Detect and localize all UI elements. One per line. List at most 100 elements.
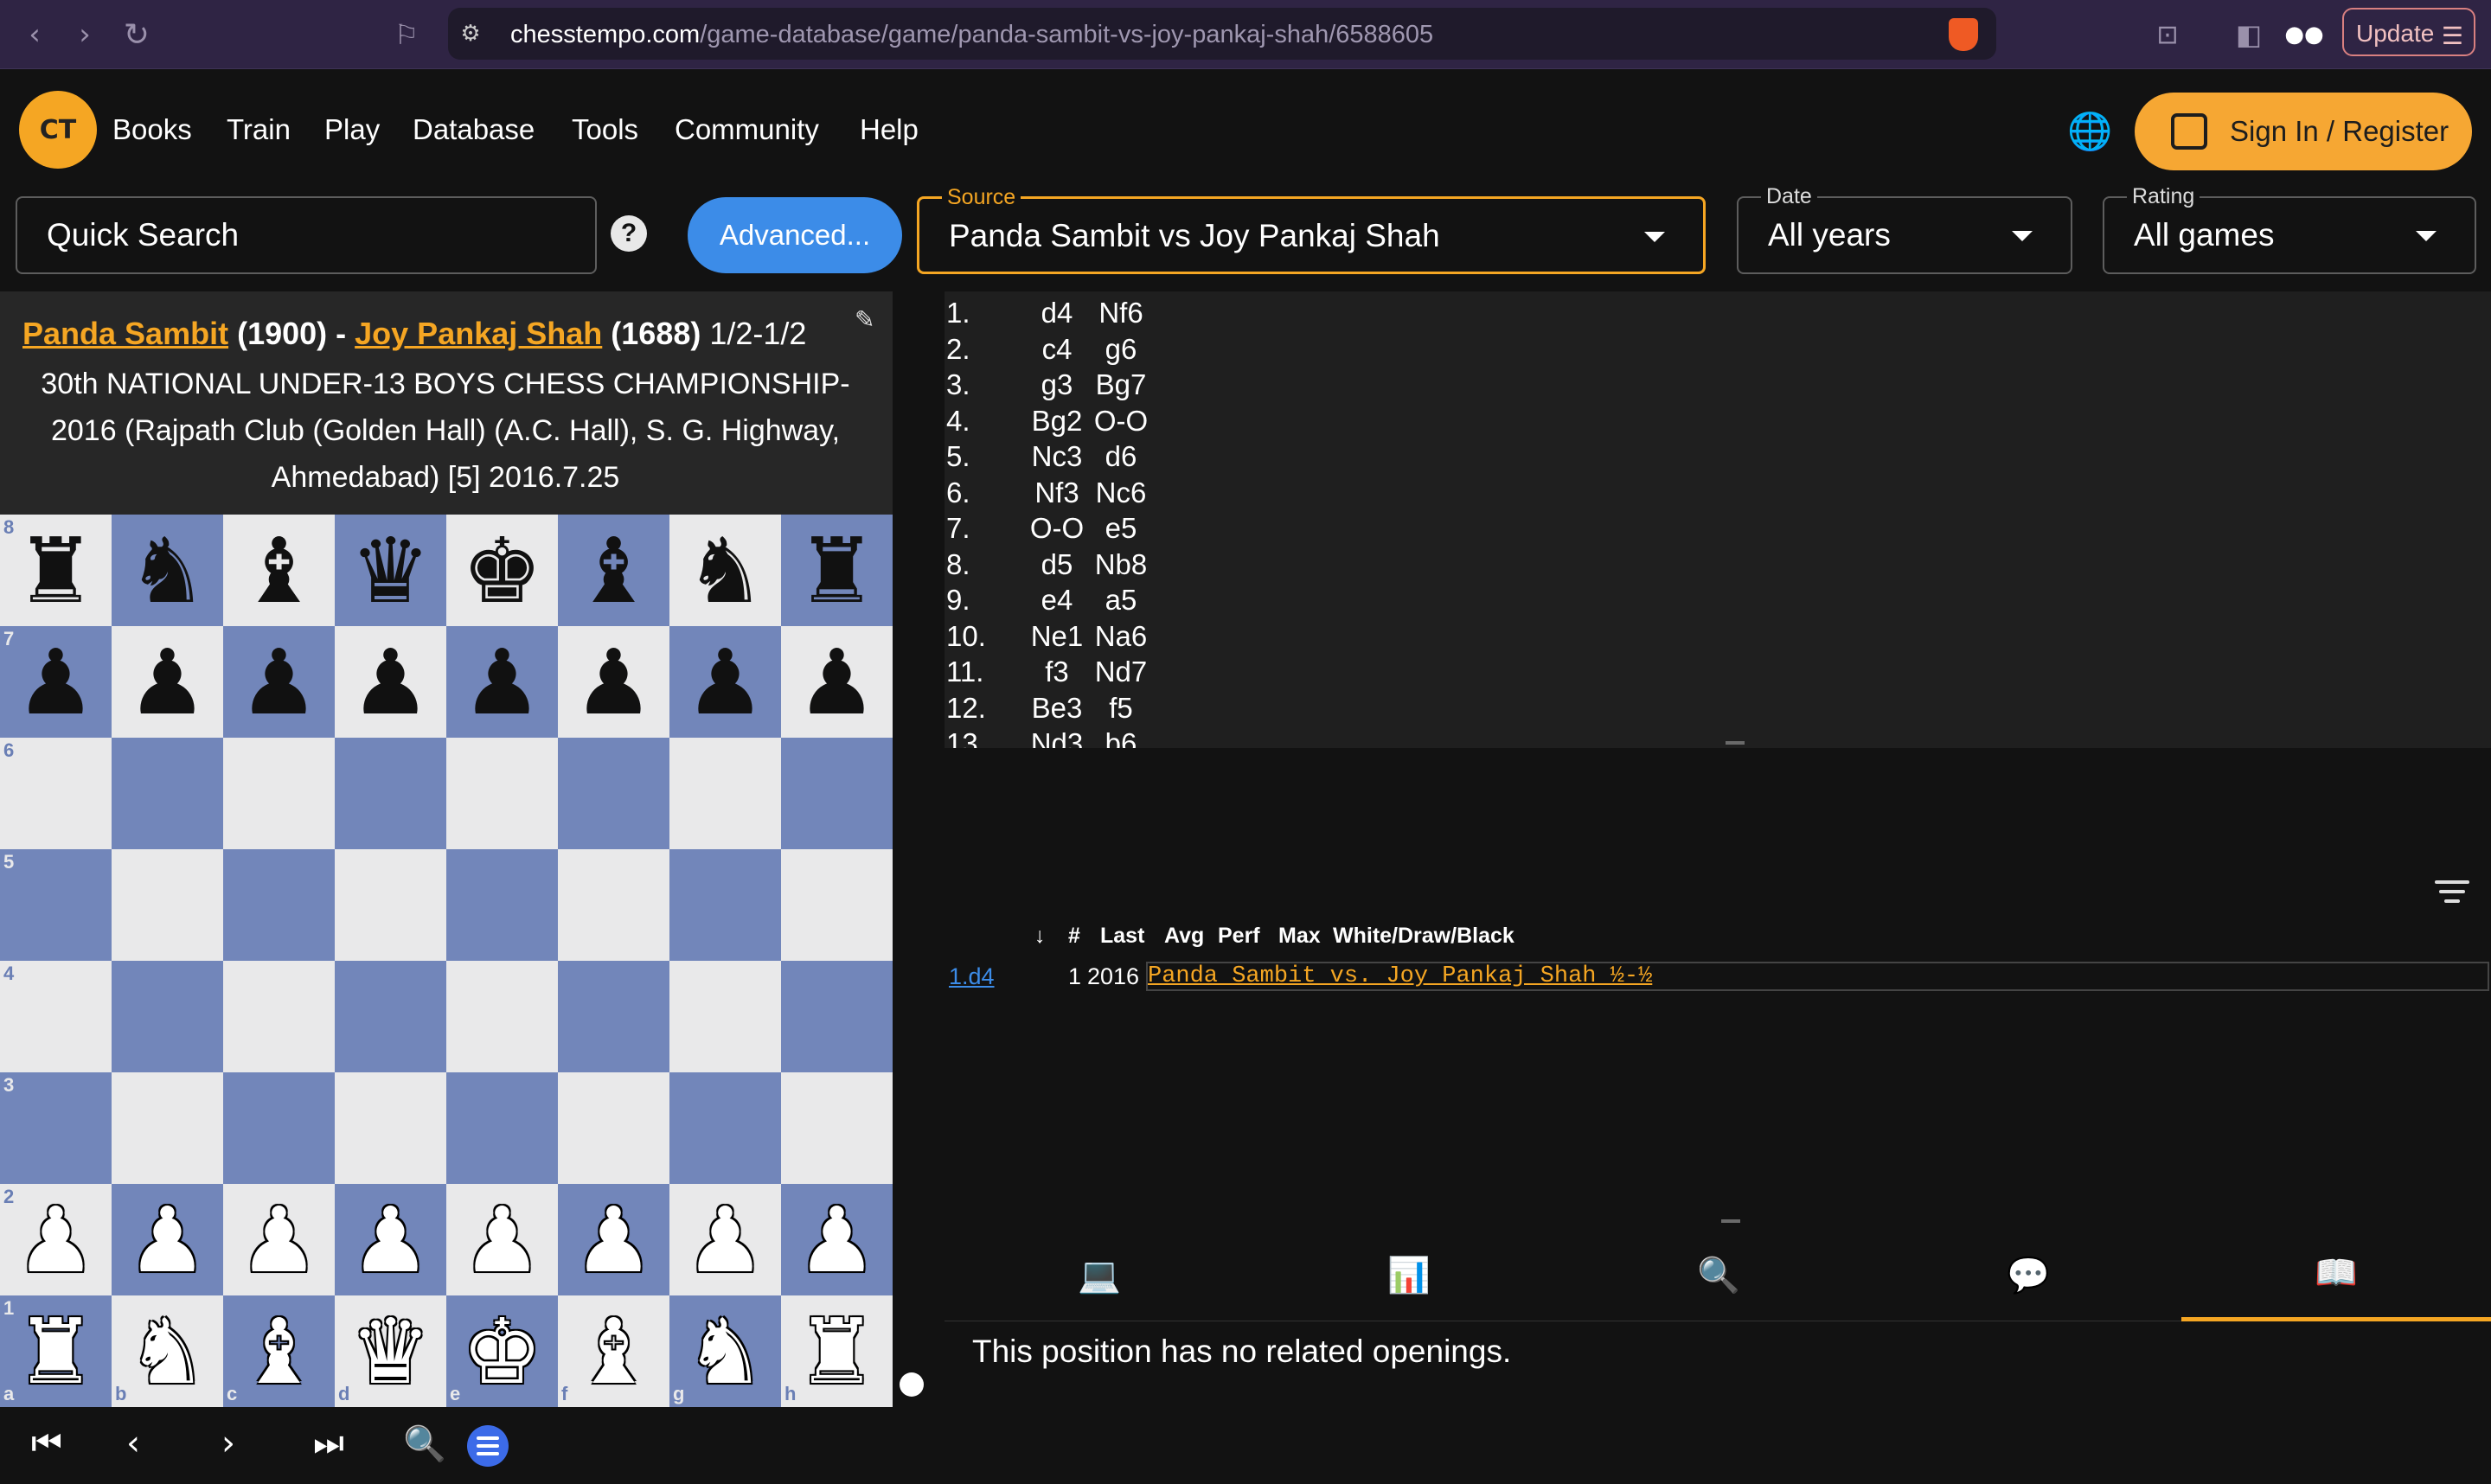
board-resize-handle[interactable] — [900, 1372, 924, 1397]
white-pawn-piece[interactable]: ♟ — [16, 1195, 96, 1285]
nav-database[interactable]: Database — [413, 113, 535, 146]
black-pawn-piece[interactable]: ♟ — [462, 637, 542, 727]
nav-community[interactable]: Community — [675, 113, 819, 146]
white-rook-piece[interactable]: ♜ — [16, 1307, 96, 1397]
white-bishop-piece[interactable]: ♝ — [573, 1307, 654, 1397]
address-bar[interactable]: ⚙ chesstempo.com/game-database/game/pand… — [448, 8, 1996, 60]
nav-play[interactable]: Play — [324, 113, 380, 146]
source-select[interactable]: Source Panda Sambit vs Joy Pankaj Shah — [917, 185, 1706, 274]
board-square-a5[interactable]: 5 — [0, 849, 112, 961]
last-move-icon[interactable]: ⏭ — [313, 1423, 344, 1463]
board-square-a2[interactable]: ♟ 2 — [0, 1184, 112, 1295]
board-square-b6[interactable] — [112, 738, 223, 849]
col-max[interactable]: Max — [1278, 924, 1321, 949]
board-menu-icon[interactable] — [467, 1425, 509, 1467]
sign-in-button[interactable]: Sign In / Register — [2135, 93, 2472, 170]
board-square-c5[interactable] — [223, 849, 335, 961]
board-square-h3[interactable] — [781, 1072, 893, 1184]
filter-icon[interactable] — [2435, 880, 2469, 909]
black-pawn-piece[interactable]: ♟ — [797, 637, 877, 727]
board-square-b3[interactable] — [112, 1072, 223, 1184]
first-move-icon[interactable]: ⏮ — [31, 1423, 62, 1463]
white-move[interactable]: O-O — [1024, 512, 1090, 545]
reload-icon[interactable]: ↻ — [118, 16, 156, 54]
glasses-icon[interactable]: ●● — [2284, 16, 2323, 54]
board-square-e7[interactable]: ♟ — [446, 626, 558, 738]
move-link[interactable]: 1.d4 — [949, 963, 995, 990]
board-square-h2[interactable]: ♟ — [781, 1184, 893, 1295]
row-game-link[interactable]: Panda Sambit vs. Joy Pankaj Shah ½-½ — [1148, 963, 1652, 989]
board-square-e2[interactable]: ♟ — [446, 1184, 558, 1295]
white-bishop-piece[interactable]: ♝ — [239, 1307, 319, 1397]
globe-icon[interactable]: 🌐 — [2067, 110, 2112, 153]
white-move[interactable]: f3 — [1024, 656, 1090, 688]
white-pawn-piece[interactable]: ♟ — [462, 1195, 542, 1285]
board-square-a4[interactable]: 4 — [0, 961, 112, 1072]
black-knight-piece[interactable]: ♞ — [127, 526, 208, 616]
chesstempo-logo[interactable]: CT — [19, 91, 97, 169]
advanced-search-button[interactable]: Advanced... — [688, 197, 902, 273]
screenshot-icon[interactable]: ⊡ — [2148, 16, 2187, 54]
black-move[interactable]: Nf6 — [1088, 297, 1154, 329]
white-move[interactable]: Bg2 — [1024, 405, 1090, 438]
board-square-a8[interactable]: ♜ 8 — [0, 515, 112, 626]
black-move[interactable]: a5 — [1088, 584, 1154, 617]
panel-resize-grip[interactable] — [1721, 1219, 1740, 1223]
board-square-g1[interactable]: ♞ g — [669, 1295, 781, 1407]
black-pawn-piece[interactable]: ♟ — [573, 637, 654, 727]
white-move[interactable]: d5 — [1024, 548, 1090, 581]
board-square-b8[interactable]: ♞ — [112, 515, 223, 626]
date-select[interactable]: Date All years — [1737, 184, 2072, 274]
white-knight-piece[interactable]: ♞ — [127, 1307, 208, 1397]
board-square-h8[interactable]: ♜ — [781, 515, 893, 626]
bookmark-icon[interactable]: ⚐ — [387, 16, 426, 54]
board-square-f2[interactable]: ♟ — [558, 1184, 669, 1295]
white-pawn-piece[interactable]: ♟ — [797, 1195, 877, 1285]
white-move[interactable]: Be3 — [1024, 692, 1090, 725]
board-square-e1[interactable]: ♚ e — [446, 1295, 558, 1407]
black-move[interactable]: Nb8 — [1088, 548, 1154, 581]
board-square-h4[interactable] — [781, 961, 893, 1072]
previous-move-icon[interactable]: ‹ — [126, 1423, 140, 1463]
board-square-a7[interactable]: ♟ 7 — [0, 626, 112, 738]
board-square-c2[interactable]: ♟ — [223, 1184, 335, 1295]
search-position-icon[interactable]: 🔍 — [1564, 1228, 1873, 1321]
black-queen-piece[interactable]: ♛ — [350, 526, 431, 616]
forward-icon[interactable]: › — [66, 16, 104, 54]
board-square-d7[interactable]: ♟ — [335, 626, 446, 738]
brave-shield-icon[interactable] — [1949, 18, 1978, 51]
black-move[interactable]: b6 — [1088, 727, 1154, 748]
board-square-h1[interactable]: ♜ h — [781, 1295, 893, 1407]
white-pawn-piece[interactable]: ♟ — [239, 1195, 319, 1285]
board-square-f4[interactable] — [558, 961, 669, 1072]
board-square-h7[interactable]: ♟ — [781, 626, 893, 738]
sort-arrow-icon[interactable]: ↓ — [1034, 924, 1046, 949]
col-count[interactable]: # — [1068, 924, 1080, 949]
white-rook-piece[interactable]: ♜ — [797, 1307, 877, 1397]
url-text[interactable]: chesstempo.com/game-database/game/panda-… — [510, 21, 1433, 49]
black-move[interactable]: Bg7 — [1088, 368, 1154, 401]
board-square-g6[interactable] — [669, 738, 781, 849]
board-square-g2[interactable]: ♟ — [669, 1184, 781, 1295]
sidebar-icon[interactable]: ◧ — [2230, 16, 2268, 54]
board-square-d8[interactable]: ♛ — [335, 515, 446, 626]
col-avg[interactable]: Avg — [1164, 924, 1204, 949]
white-move[interactable]: g3 — [1024, 368, 1090, 401]
black-pawn-piece[interactable]: ♟ — [16, 637, 96, 727]
rating-select[interactable]: Rating All games — [2103, 184, 2476, 274]
black-move[interactable]: O-O — [1088, 405, 1154, 438]
board-square-g5[interactable] — [669, 849, 781, 961]
board-square-b4[interactable] — [112, 961, 223, 1072]
white-pawn-piece[interactable]: ♟ — [685, 1195, 765, 1285]
board-square-c7[interactable]: ♟ — [223, 626, 335, 738]
board-square-d3[interactable] — [335, 1072, 446, 1184]
back-icon[interactable]: ‹ — [16, 16, 54, 54]
board-square-f1[interactable]: ♝ f — [558, 1295, 669, 1407]
nav-tools[interactable]: Tools — [572, 113, 638, 146]
board-square-e4[interactable] — [446, 961, 558, 1072]
board-square-f6[interactable] — [558, 738, 669, 849]
black-bishop-piece[interactable]: ♝ — [573, 526, 654, 616]
black-move[interactable]: Na6 — [1088, 620, 1154, 653]
chess-board[interactable]: ♜ 8 ♞ ♝ ♛ ♚ ♝ ♞ ♜ ♟ 7 ♟ ♟ ♟ ♟ ♟ ♟ ♟ 6 5 4 3 ♟ 2 ♟ ♟ ♟ ♟ ♟ ♟ ♟ ♜ 1 a ♞ b ♝ c ♛ d… — [0, 515, 893, 1407]
black-rook-piece[interactable]: ♜ — [797, 526, 877, 616]
